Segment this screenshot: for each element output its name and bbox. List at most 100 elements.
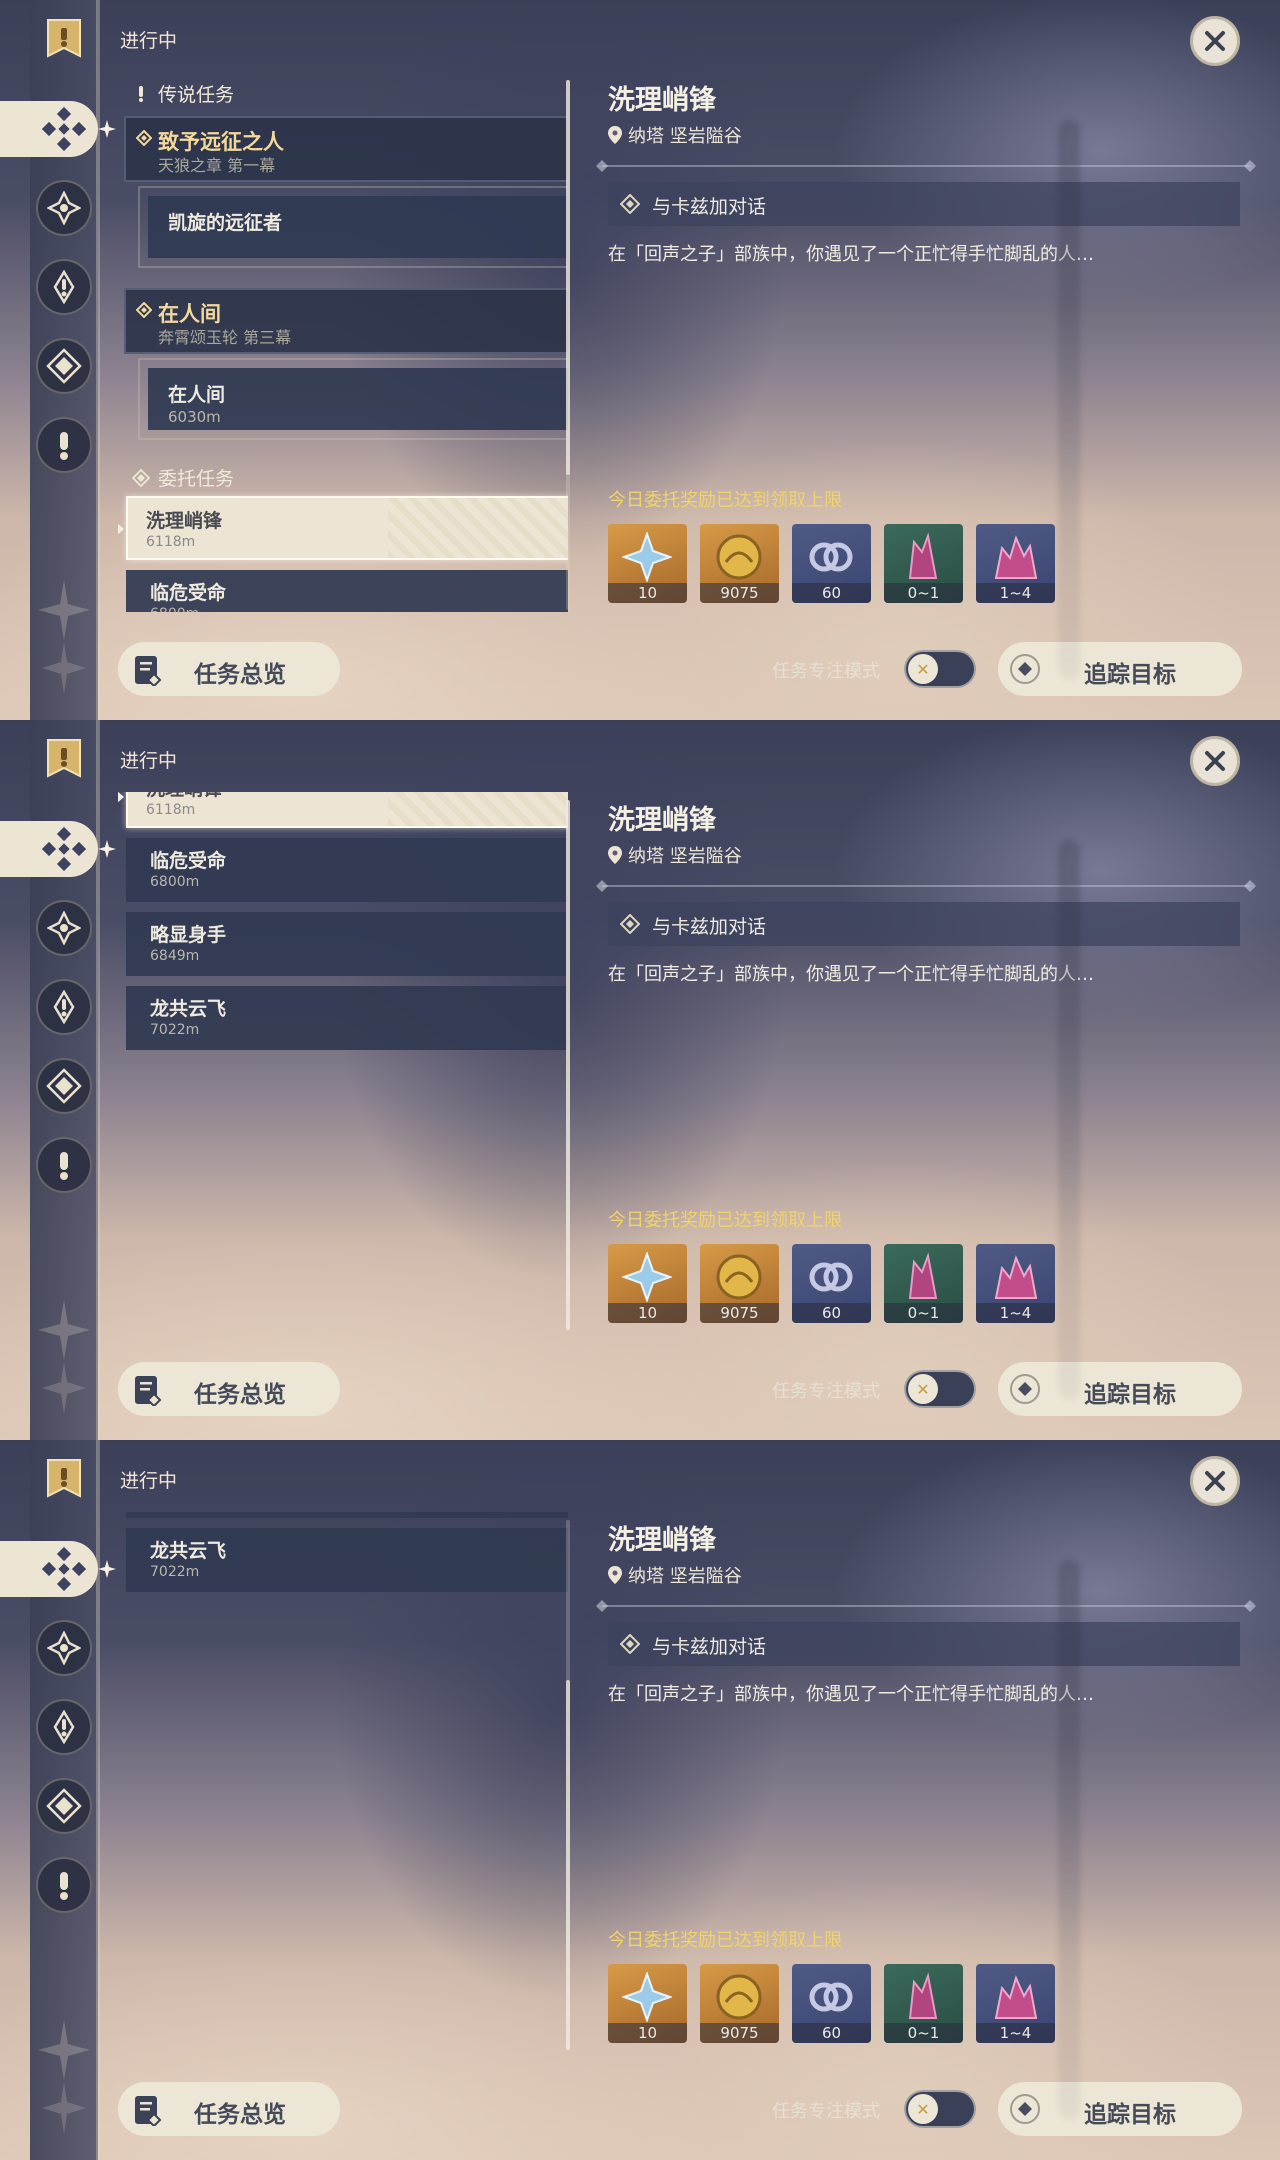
category-world-button[interactable] xyxy=(36,1857,92,1913)
close-button[interactable] xyxy=(1190,1456,1240,1506)
crystal-ore-icon xyxy=(908,1252,938,1299)
sub-quest-body: 在人间 6030m xyxy=(148,368,568,430)
category-world-button[interactable] xyxy=(36,417,92,473)
category-story-button[interactable] xyxy=(36,259,92,315)
focus-mode-toggle[interactable]: ✕ xyxy=(904,650,976,688)
quest-list[interactable]: 传说任务致予远征之人天狼之章 第一幕凯旋的远征者在人间奔霄颂玉轮 第三幕在人间6… xyxy=(118,792,568,1332)
reward-quantity: 10 xyxy=(608,2023,687,2043)
reward-item[interactable]: 9075 xyxy=(700,524,779,603)
reward-item[interactable]: 1~4 xyxy=(976,1244,1055,1323)
reward-item[interactable]: 10 xyxy=(608,1964,687,2043)
category-story-button[interactable] xyxy=(36,979,92,1035)
quest-list-scrollbar[interactable] xyxy=(566,800,570,1330)
category-commission-button[interactable] xyxy=(36,1058,92,1114)
category-world-button[interactable] xyxy=(36,1137,92,1193)
reward-item[interactable]: 0~1 xyxy=(884,1244,963,1323)
location-pin-icon xyxy=(608,1566,622,1584)
commission-item[interactable]: 洗理峭锋6118m xyxy=(118,792,568,828)
companionship-exp-icon xyxy=(809,1262,853,1292)
reward-item[interactable]: 10 xyxy=(608,1244,687,1323)
focus-mode-label: 任务专注模式 xyxy=(772,661,880,682)
reward-item[interactable]: 1~4 xyxy=(976,1964,1055,2043)
track-target-button[interactable]: 追踪目标 xyxy=(998,2082,1242,2136)
scrollbar-thumb[interactable] xyxy=(566,1680,570,2050)
category-archon-button[interactable] xyxy=(36,900,92,956)
quest-list[interactable]: 传说任务致予远征之人天狼之章 第一幕凯旋的远征者在人间奔霄颂玉轮 第三幕在人间6… xyxy=(118,1512,568,2052)
quest-overview-button[interactable]: 任务总览 xyxy=(118,2082,340,2136)
legend-diamond-icon xyxy=(136,130,152,146)
objective-diamond-icon xyxy=(620,194,640,214)
reward-item[interactable]: 60 xyxy=(792,1964,871,2043)
sub-quest-title: 凯旋的远征者 xyxy=(168,212,283,234)
legend-sub-quest[interactable]: 在人间 6030m xyxy=(138,358,568,440)
rail-divider xyxy=(96,720,100,1440)
commission-item[interactable]: 龙共云飞 7022m xyxy=(126,1528,568,1592)
quest-book-icon xyxy=(135,2096,162,2126)
reward-item[interactable]: 9075 xyxy=(700,1244,779,1323)
reward-limit-note: 今日委托奖励已达到领取上限 xyxy=(608,1210,842,1231)
category-commission-button[interactable] xyxy=(36,338,92,394)
objective-text: 与卡兹加对话 xyxy=(652,196,767,218)
location-pin-icon xyxy=(608,126,622,144)
selected-arrow-icon xyxy=(118,792,124,804)
commission-item[interactable]: 临危受命 6800m xyxy=(126,570,568,612)
reward-item[interactable]: 1~4 xyxy=(976,524,1055,603)
reward-item[interactable]: 60 xyxy=(792,524,871,603)
title-divider xyxy=(596,160,1256,172)
close-button[interactable] xyxy=(1190,16,1240,66)
quest-overview-button[interactable]: 任务总览 xyxy=(118,642,340,696)
mora-icon xyxy=(716,534,762,580)
reward-list: 10 9075 60 0~1 1~4 xyxy=(608,524,1055,603)
world-quest-icon xyxy=(60,432,68,460)
quest-book-icon xyxy=(135,1376,162,1406)
overview-label: 任务总览 xyxy=(194,2102,286,2128)
track-target-button[interactable]: 追踪目标 xyxy=(998,1362,1242,1416)
reward-quantity: 10 xyxy=(608,583,687,603)
commission-item[interactable]: 龙共云飞 7022m xyxy=(126,986,568,1050)
commission-item[interactable]: 略显身手6849m xyxy=(126,1512,568,1518)
category-archon-button[interactable] xyxy=(36,180,92,236)
title-divider xyxy=(596,880,1256,892)
focus-mode-toggle[interactable]: ✕ xyxy=(904,2090,976,2128)
track-target-button[interactable]: 追踪目标 xyxy=(998,642,1242,696)
category-commission-button[interactable] xyxy=(36,1778,92,1834)
toggle-off-icon: ✕ xyxy=(908,1374,938,1404)
quest-list-scrollbar[interactable] xyxy=(566,1520,570,2050)
scrollbar-thumb[interactable] xyxy=(566,80,570,475)
ongoing-header: 进行中 xyxy=(120,30,178,52)
category-all-button[interactable] xyxy=(0,101,98,157)
commission-item[interactable]: 略显身手6849m xyxy=(126,912,568,976)
quest-list-scrollbar[interactable] xyxy=(566,80,570,610)
category-all-button[interactable] xyxy=(0,1541,98,1597)
quest-location: 纳塔 坚岩隘谷 xyxy=(608,122,742,148)
reward-item[interactable]: 10 xyxy=(608,524,687,603)
legend-sub-quest[interactable]: 凯旋的远征者 xyxy=(138,186,568,268)
category-archon-button[interactable] xyxy=(36,1620,92,1676)
quest-list[interactable]: 传说任务致予远征之人天狼之章 第一幕凯旋的远征者在人间奔霄颂玉轮 第三幕在人间6… xyxy=(118,72,568,612)
legend-group-header[interactable]: 在人间 奔霄颂玉轮 第三幕 xyxy=(124,288,568,354)
category-story-button[interactable] xyxy=(36,1699,92,1755)
legend-group-header[interactable]: 致予远征之人 天狼之章 第一幕 xyxy=(124,116,568,182)
quest-overview-button[interactable]: 任务总览 xyxy=(118,1362,340,1416)
story-quest-icon xyxy=(53,1710,75,1744)
all-quests-icon xyxy=(42,827,86,871)
reward-quantity: 9075 xyxy=(700,1303,779,1323)
quest-description: 在「回声之子」部族中，你遇见了一个正忙得手忙脚乱的人… xyxy=(608,1684,1094,1705)
section-label: 传说任务 xyxy=(158,84,235,106)
screenshot-root: 进行中 传说任务致予远征之人 天狼之章 第一幕凯旋的远征者在人间 奔霄颂玉轮 第三幕… xyxy=(0,0,1280,2160)
commission-title: 洗理峭锋 xyxy=(146,510,223,532)
focus-mode-toggle[interactable]: ✕ xyxy=(904,1370,976,1408)
scrollbar-thumb[interactable] xyxy=(566,800,570,1330)
section-label: 委托任务 xyxy=(158,468,235,490)
category-all-button[interactable] xyxy=(0,821,98,877)
reward-quantity: 9075 xyxy=(700,583,779,603)
close-button[interactable] xyxy=(1190,736,1240,786)
reward-item[interactable]: 0~1 xyxy=(884,524,963,603)
archon-quest-icon xyxy=(47,911,81,945)
companionship-exp-icon xyxy=(809,542,853,572)
commission-item[interactable]: 洗理峭锋6118m xyxy=(118,496,568,560)
reward-item[interactable]: 9075 xyxy=(700,1964,779,2043)
commission-item[interactable]: 临危受命 6800m xyxy=(126,838,568,902)
reward-item[interactable]: 0~1 xyxy=(884,1964,963,2043)
reward-item[interactable]: 60 xyxy=(792,1244,871,1323)
